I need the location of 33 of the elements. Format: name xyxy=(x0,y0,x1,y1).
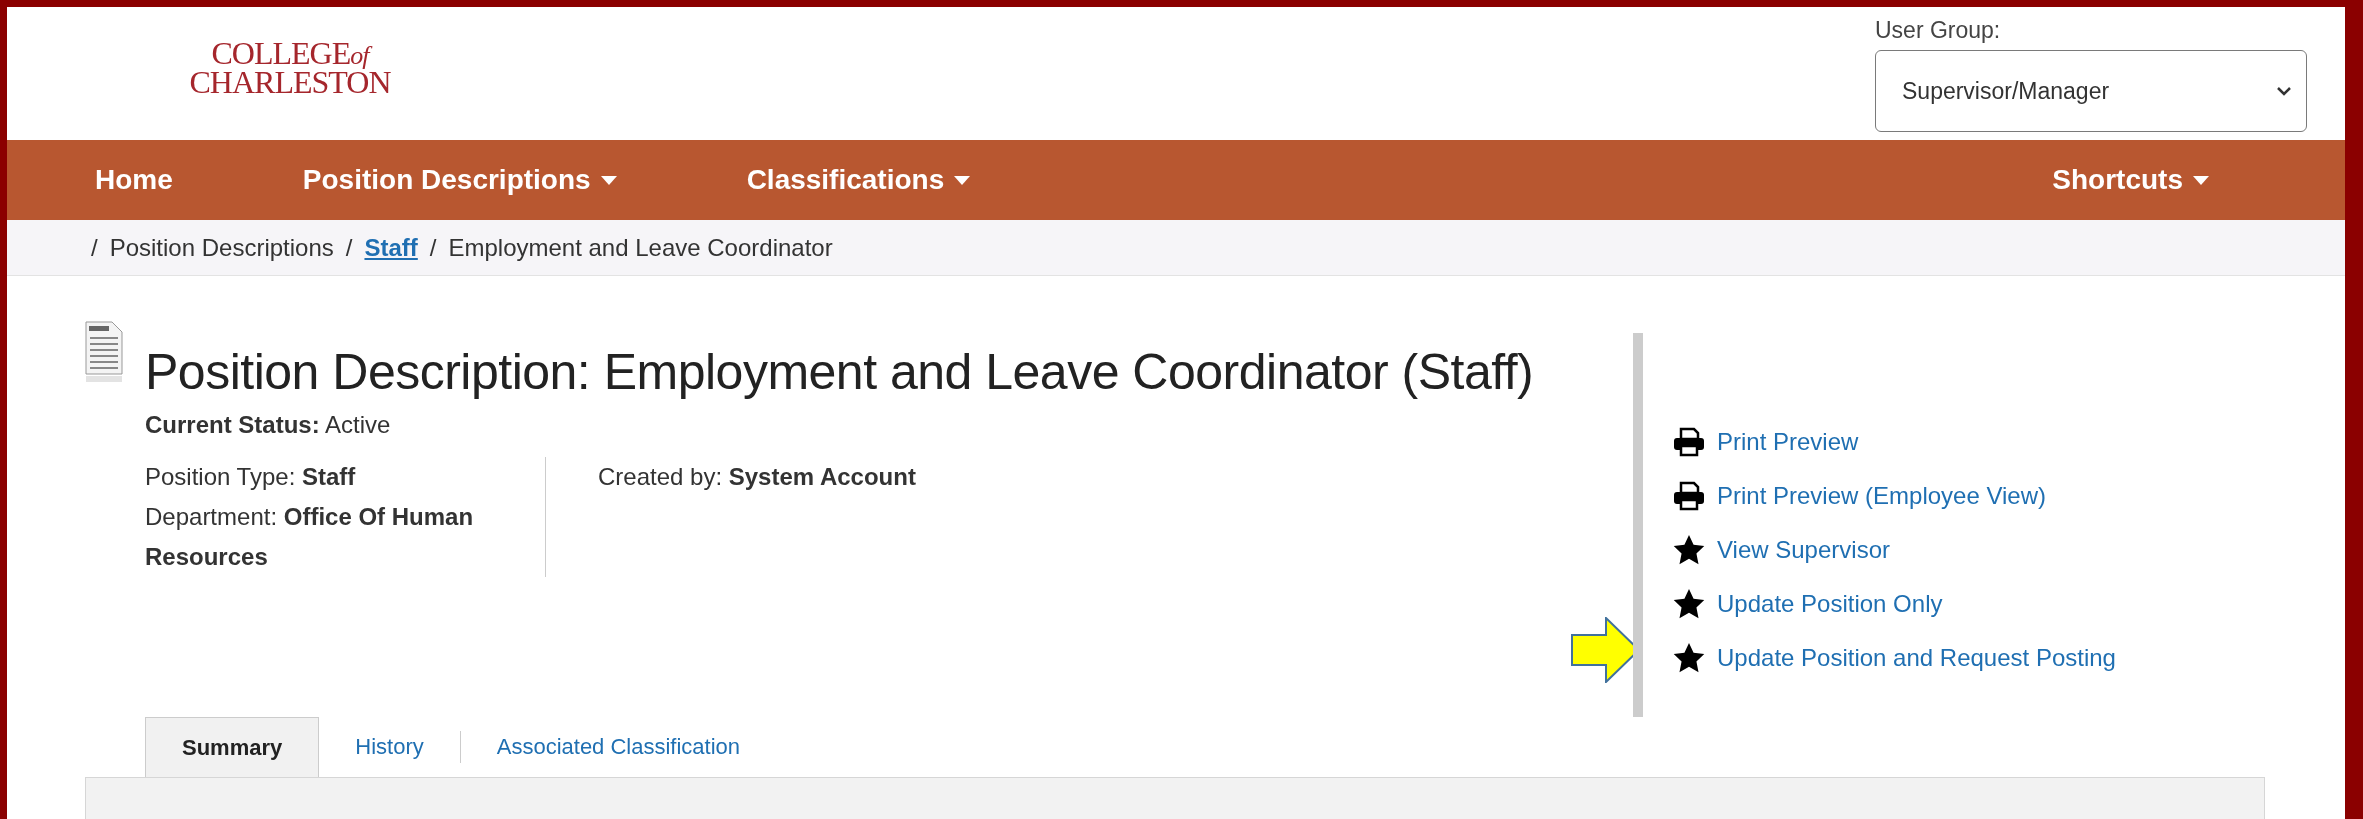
star-icon xyxy=(1673,643,1705,673)
printer-icon xyxy=(1673,427,1705,457)
nav-link[interactable]: Classifications xyxy=(746,164,971,196)
action-link[interactable]: Print Preview xyxy=(1673,425,2116,459)
action-link[interactable]: Update Position Only xyxy=(1673,587,2116,621)
action-link[interactable]: Print Preview (Employee View) xyxy=(1673,479,2116,513)
tab[interactable]: History xyxy=(319,727,460,767)
shortcuts-menu[interactable]: Shortcuts xyxy=(2052,164,2209,196)
tab[interactable]: Associated Classification xyxy=(460,727,777,767)
action-link[interactable]: View Supervisor xyxy=(1673,533,2116,567)
star-icon xyxy=(1673,589,1705,619)
breadcrumb-separator: / xyxy=(429,233,437,262)
star-icon xyxy=(1673,535,1705,565)
printer-icon xyxy=(1673,481,1705,511)
detail-text: Department: Office Of Human Resources xyxy=(145,502,475,572)
nav-link[interactable]: Home xyxy=(95,164,173,196)
status-text: Current Status: Active xyxy=(145,410,392,440)
breadcrumb-item: Position Descriptions xyxy=(109,233,334,262)
tab[interactable]: Summary xyxy=(145,717,320,777)
page-title: Position Description: Employment and Leave Coordinator (Staff) xyxy=(145,343,1534,401)
college-logo: COLLEGEof CHARLESTON xyxy=(188,34,392,97)
nav-link[interactable]: Position Descriptions xyxy=(302,164,617,196)
action-link[interactable]: Update Position and Request Posting xyxy=(1673,641,2116,675)
user-group-select[interactable]: Supervisor/Manager xyxy=(1875,50,2307,132)
detail-text: Created by: System Account xyxy=(598,462,917,492)
user-group-label: User Group: xyxy=(1875,17,2002,44)
detail-text: Position Type: Staff xyxy=(145,462,357,492)
breadcrumb-item: Employment and Leave Coordinator xyxy=(448,233,833,262)
breadcrumb-separator: / xyxy=(345,233,353,262)
chevron-icon xyxy=(2276,86,2292,96)
breadcrumb-link[interactable]: Staff xyxy=(364,233,418,262)
breadcrumb-separator: / xyxy=(91,233,98,262)
document-icon xyxy=(85,321,123,383)
